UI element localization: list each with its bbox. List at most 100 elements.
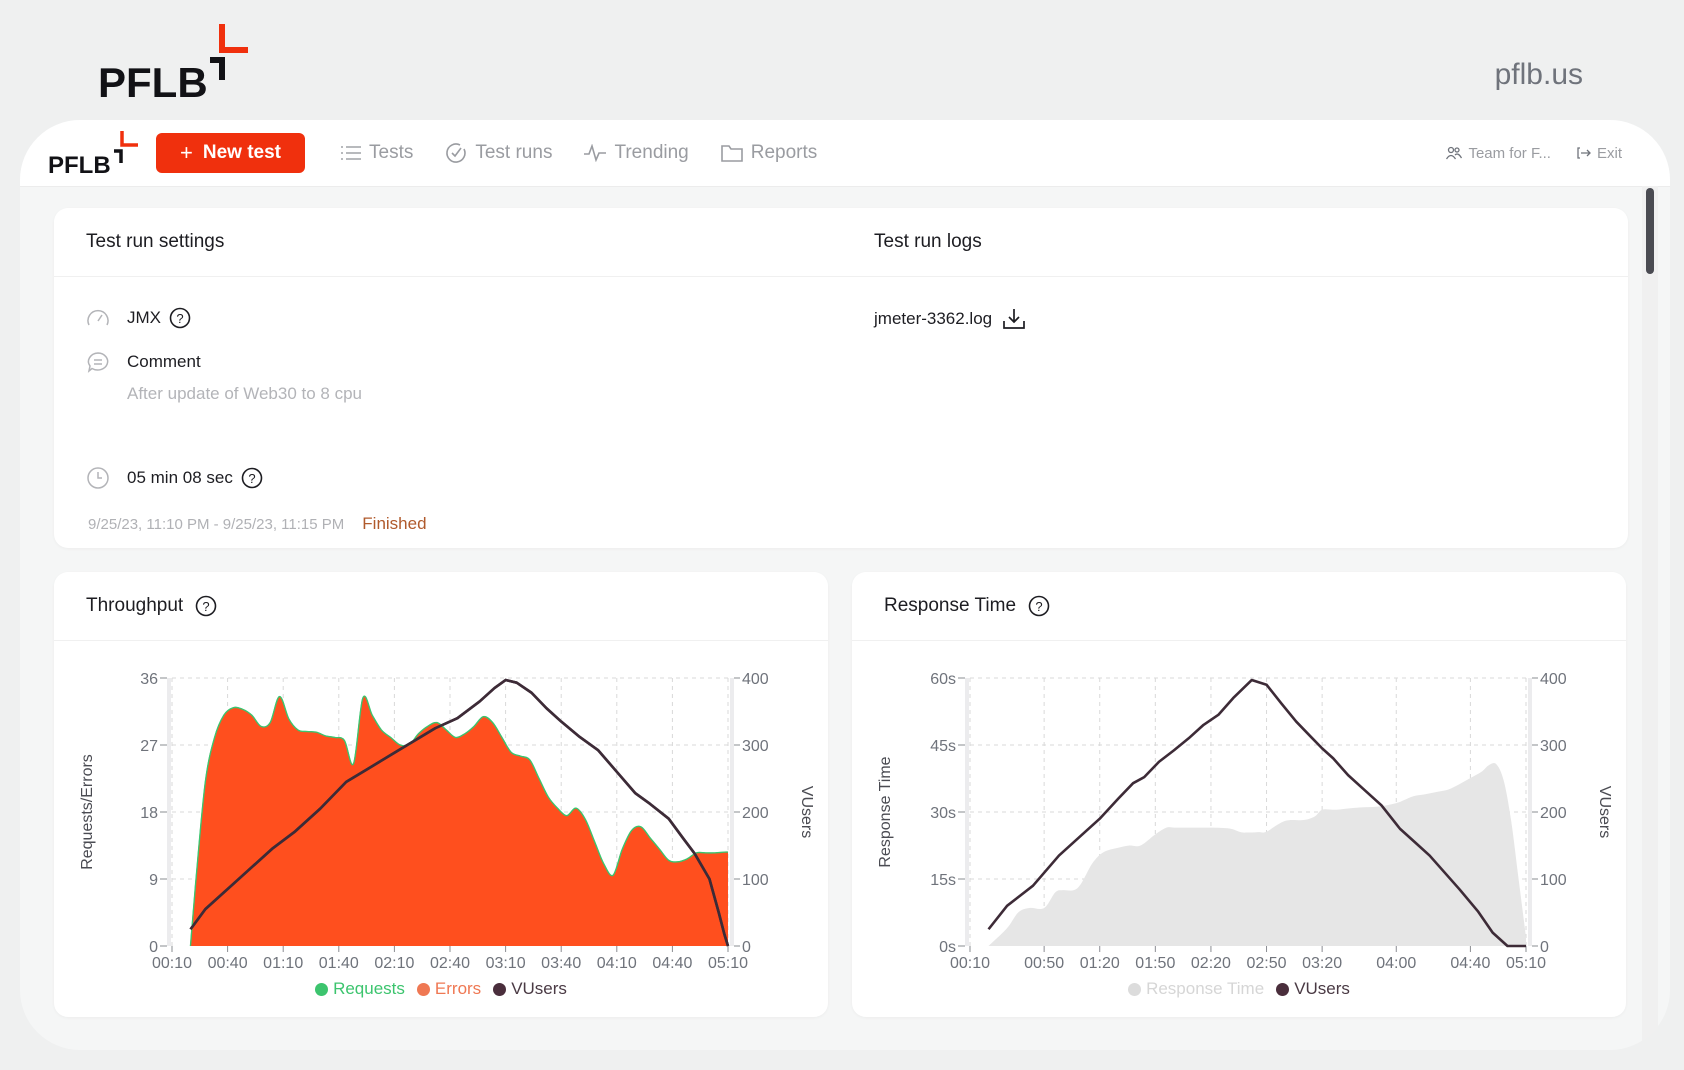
settings-title: Test run settings (86, 231, 225, 252)
x-tick-label: 02:40 (430, 955, 470, 970)
legend-label: VUsers (511, 979, 567, 998)
svg-text:?: ? (176, 311, 183, 326)
new-test-label: New test (202, 142, 281, 163)
response-time-legend: Response Time VUsers (852, 979, 1626, 999)
y2-tick-label: 400 (1540, 671, 1567, 688)
legend-label: Errors (434, 979, 482, 998)
legend-response-time[interactable]: Response Time (1128, 979, 1264, 999)
legend-label: Requests (333, 979, 405, 998)
legend-dot (315, 982, 329, 996)
clock-icon (86, 466, 110, 490)
team-selector[interactable]: Team for F... (1446, 145, 1551, 162)
top-navigation-bar: PFLB + New test Tests Test runs Trending (20, 120, 1670, 187)
nav-trending[interactable]: Trending (584, 142, 689, 164)
plus-icon: + (180, 140, 193, 165)
x-tick-label: 02:20 (1191, 955, 1231, 970)
exit-button[interactable]: Exit (1577, 145, 1622, 162)
log-file-link[interactable]: jmeter-3362.log (874, 309, 992, 329)
x-tick-label: 04:10 (597, 955, 637, 970)
status-badge: Finished (362, 514, 427, 533)
y-tick-label: 0 (149, 939, 158, 956)
throughput-title: Throughput (86, 595, 184, 616)
errors-area (190, 696, 729, 946)
x-tick-label: 04:00 (1376, 955, 1416, 970)
y2-tick-label: 400 (742, 671, 769, 688)
x-tick-label: 00:50 (1024, 955, 1064, 970)
throughput-chart[interactable]: 0 9 18 27 36 0 100 200 300 400 00:10 00:40 01:10 01:4… (54, 640, 828, 970)
y2-tick-label: 300 (1540, 738, 1567, 755)
comment-text-row: After update of Web30 to 8 cpu (127, 384, 362, 404)
legend-errors[interactable]: Errors (416, 979, 482, 999)
help-icon[interactable]: ? (169, 307, 191, 329)
nav-test-runs[interactable]: Test runs (445, 142, 552, 164)
gauge-icon (86, 306, 110, 330)
legend-vusers[interactable]: VUsers (1276, 979, 1350, 999)
response-time-card-header: Response Time ? (852, 572, 1626, 641)
nav-tests-label: Tests (369, 142, 414, 163)
y-tick-label: 30s (930, 805, 956, 822)
new-test-button[interactable]: + New test (156, 133, 305, 173)
app-logo[interactable]: PFLB (48, 129, 140, 181)
main-nav: Tests Test runs Trending Reports (341, 142, 849, 164)
legend-requests[interactable]: Requests (315, 979, 405, 999)
chat-icon (86, 350, 110, 374)
help-icon[interactable]: ? (241, 467, 263, 489)
y2-tick-label: 100 (742, 872, 769, 889)
comment-label: Comment (127, 352, 201, 371)
legend-vusers[interactable]: VUsers (493, 979, 567, 999)
y2-tick-label: 0 (1540, 939, 1549, 956)
help-icon[interactable]: ? (195, 595, 217, 617)
y2-axis-label: VUsers (798, 786, 815, 838)
legend-dot (416, 982, 430, 996)
y-tick-label: 18 (140, 805, 158, 822)
svg-text:?: ? (203, 599, 210, 614)
nav-tests[interactable]: Tests (341, 142, 413, 164)
x-tick-label: 01:20 (1080, 955, 1120, 970)
x-tick-label: 01:50 (1135, 955, 1175, 970)
nav-reports[interactable]: Reports (720, 142, 817, 164)
response-time-chart[interactable]: 0s 15s 30s 45s 60s 0 100 200 300 400 00:10 00:50 01:… (852, 640, 1626, 970)
brand-logo-text: PFLB (98, 59, 208, 102)
x-tick-label: 00:10 (950, 955, 990, 970)
duration-value: 05 min 08 sec (127, 468, 233, 487)
folder-icon (720, 145, 743, 162)
y-axis-line (167, 678, 171, 946)
y-axis-label: Requests/Errors (79, 754, 96, 870)
y2-tick-label: 200 (742, 805, 769, 822)
legend-label: VUsers (1294, 979, 1350, 998)
y-tick-label: 27 (140, 738, 158, 755)
response-time-area (988, 762, 1526, 946)
log-file-row: jmeter-3362.log (874, 308, 1026, 330)
team-icon (1446, 146, 1463, 160)
y2-tick-label: 300 (742, 738, 769, 755)
download-icon[interactable] (1002, 308, 1026, 330)
help-icon[interactable]: ? (1028, 595, 1050, 617)
scrollbar-track[interactable] (1642, 186, 1658, 1050)
date-range: 9/25/23, 11:10 PM - 9/25/23, 11:15 PM (88, 515, 345, 533)
throughput-legend: Requests Errors VUsers (54, 979, 828, 999)
y2-axis-line (1528, 678, 1532, 946)
logs-title: Test run logs (874, 231, 982, 252)
legend-dot (493, 982, 507, 996)
pulse-icon (584, 144, 607, 162)
x-tick-label: 00:10 (152, 955, 192, 970)
brand-logo: PFLB (98, 22, 268, 106)
x-tick-label: 02:50 (1247, 955, 1287, 970)
exit-label: Exit (1596, 144, 1622, 162)
x-tick-label: 01:40 (319, 955, 359, 970)
y-tick-label: 9 (149, 872, 158, 889)
response-time-card: Response Time ? 0s 15s 30s 45s 60s 0 100 200 300… (852, 572, 1626, 1017)
legend-label: Response Time (1146, 979, 1265, 998)
brand-site-link[interactable]: pflb.us (1495, 58, 1583, 92)
throughput-card-header: Throughput ? (54, 572, 828, 641)
scrollbar-thumb[interactable] (1646, 188, 1654, 274)
throughput-card: Throughput ? 0 9 18 27 36 0 100 200 300 400 00:10 0… (54, 572, 828, 1017)
svg-text:?: ? (1035, 599, 1042, 614)
y-axis-line (965, 678, 969, 946)
app-logo-text: PFLB (48, 152, 111, 177)
response-time-title: Response Time (884, 595, 1017, 616)
x-tick-label: 04:40 (1450, 955, 1490, 970)
script-type-row: JMX ? (86, 306, 191, 330)
x-tick-label: 03:20 (1302, 955, 1342, 970)
duration-row: 05 min 08 sec ? (86, 466, 263, 490)
